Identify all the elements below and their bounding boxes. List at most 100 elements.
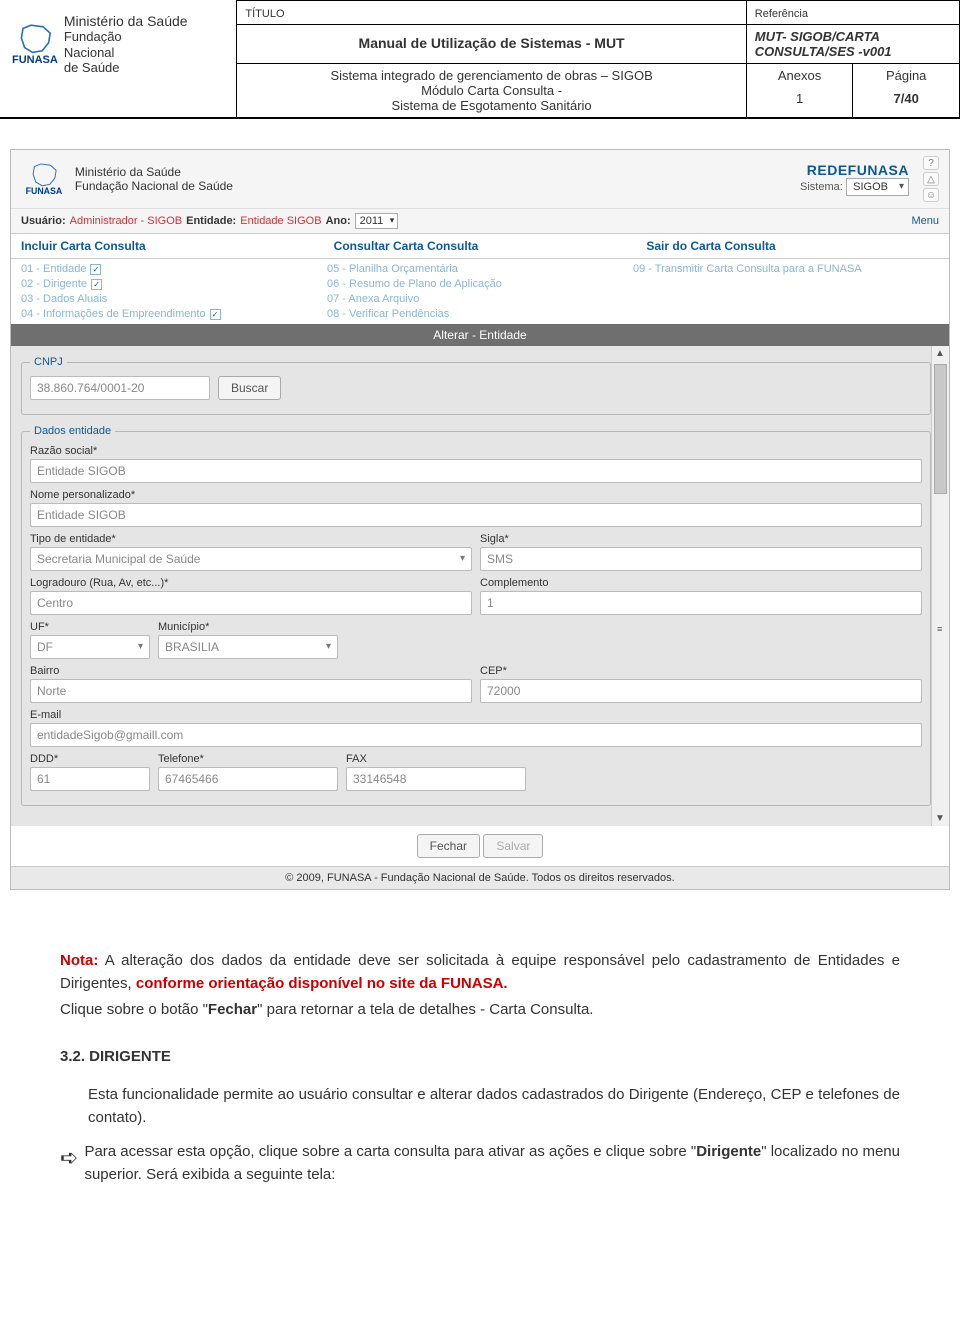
- map-brazil-icon: [27, 161, 61, 187]
- nome-input[interactable]: Entidade SIGOB: [30, 503, 922, 527]
- cep-label: CEP*: [480, 665, 922, 677]
- alert-icon[interactable]: △: [923, 172, 939, 186]
- nav-consultar[interactable]: Consultar Carta Consulta: [324, 234, 637, 258]
- razao-input[interactable]: Entidade SIGOB: [30, 459, 922, 483]
- usuario-value: Administrador - SIGOB: [70, 215, 182, 227]
- pagina-label: Página: [861, 68, 951, 83]
- email-input[interactable]: entidadeSigob@gmaill.com: [30, 723, 922, 747]
- app-brand-fund: Fundação Nacional de Saúde: [75, 179, 233, 193]
- step-08[interactable]: 08 - Verificar Pendências: [327, 308, 633, 320]
- salvar-button[interactable]: Salvar: [483, 834, 543, 858]
- check-icon: ✓: [210, 309, 221, 320]
- ref-line1: MUT- SIGOB/CARTA: [755, 29, 951, 44]
- ano-select[interactable]: 2011: [355, 213, 399, 229]
- step-03[interactable]: 03 - Dados Aluais: [21, 293, 327, 305]
- step-06[interactable]: 06 - Resumo de Plano de Aplicação: [327, 278, 633, 290]
- step-02[interactable]: 02 - Dirigente✓: [21, 278, 327, 290]
- fechar-button[interactable]: Fechar: [417, 834, 480, 858]
- ddd-label: DDD*: [30, 753, 150, 765]
- municipio-label: Município*: [158, 621, 338, 633]
- logo-fund-2: Nacional: [64, 45, 188, 61]
- form-scrollbar[interactable]: ▲ ≡ ▼: [931, 346, 949, 826]
- legend-cnpj: CNPJ: [30, 356, 67, 368]
- tipo-select[interactable]: Secretaria Municipal de Saúde: [30, 547, 472, 571]
- logradouro-input[interactable]: Centro: [30, 591, 472, 615]
- app-brand-min: Ministério da Saúde: [75, 165, 233, 179]
- sistema-label: Sistema:: [800, 181, 843, 193]
- user-bar: Usuário: Administrador - SIGOB Entidade:…: [11, 208, 949, 233]
- scroll-down-icon[interactable]: ▼: [935, 813, 945, 824]
- funasa-label: FUNASA: [12, 54, 58, 66]
- email-label: E-mail: [30, 709, 922, 721]
- menu-link[interactable]: Menu: [911, 215, 939, 227]
- nav-row: Incluir Carta Consulta Consultar Carta C…: [11, 233, 949, 259]
- fieldset-cnpj: CNPJ 38.860.764/0001-20 Buscar: [21, 356, 931, 415]
- paragraph-1: Esta funcionalidade permite ao usuário c…: [88, 1084, 900, 1129]
- uf-label: UF*: [30, 621, 150, 633]
- step-01[interactable]: 01 - Entidade✓: [21, 263, 327, 275]
- form-buttons: Fechar Salvar: [11, 826, 949, 866]
- p2-bold: Dirigente: [696, 1143, 761, 1160]
- sigla-label: Sigla*: [480, 533, 922, 545]
- nota-text-3: " para retornar a tela de detalhes - Car…: [257, 1001, 593, 1018]
- titulo-label: TÍTULO: [245, 8, 284, 20]
- logo-fund-3: de Saúde: [64, 60, 188, 76]
- check-icon: ✓: [91, 279, 102, 290]
- buscar-button[interactable]: Buscar: [218, 376, 281, 400]
- step-grid: 01 - Entidade✓ 05 - Planilha Orçamentári…: [11, 259, 949, 324]
- complemento-input[interactable]: 1: [480, 591, 922, 615]
- tipo-label: Tipo de entidade*: [30, 533, 472, 545]
- nome-label: Nome personalizado*: [30, 489, 922, 501]
- redefunasa-title: REDEFUNASA: [800, 162, 909, 178]
- scroll-tick: ≡: [937, 624, 942, 634]
- scroll-up-icon[interactable]: ▲: [935, 348, 945, 359]
- cnpj-input[interactable]: 38.860.764/0001-20: [30, 376, 210, 400]
- referencia-label: Referência: [755, 8, 808, 20]
- subtitle-1: Sistema integrado de gerenciamento de ob…: [245, 68, 737, 83]
- bairro-label: Bairro: [30, 665, 472, 677]
- nota-text-2: Clique sobre o botão ": [60, 1001, 208, 1018]
- ref-line2: CONSULTA/SES -v001: [755, 44, 951, 59]
- bairro-input[interactable]: Norte: [30, 679, 472, 703]
- help-icon[interactable]: ?: [923, 156, 939, 170]
- usuario-label: Usuário:: [21, 215, 66, 227]
- uf-select[interactable]: DF: [30, 635, 150, 659]
- step-09[interactable]: 09 - Transmitir Carta Consulta para a FU…: [633, 263, 939, 275]
- section-bar: Alterar - Entidade: [11, 324, 949, 346]
- scroll-thumb[interactable]: [934, 364, 947, 494]
- map-brazil-icon: [14, 22, 56, 54]
- fieldset-dados: Dados entidade Razão social* Entidade SI…: [21, 425, 931, 806]
- user-icon[interactable]: ☺: [923, 188, 939, 202]
- complemento-label: Complemento: [480, 577, 922, 589]
- doc-header-table: FUNASA Ministério da Saúde Fundação Naci…: [0, 0, 960, 119]
- app-window: FUNASA Ministério da Saúde Fundação Naci…: [10, 149, 950, 890]
- ano-label: Ano:: [326, 215, 351, 227]
- body-text: Nota: A alteração dos dados da entidade …: [0, 920, 960, 1216]
- telefone-input[interactable]: 67465466: [158, 767, 338, 791]
- logo-cell: FUNASA Ministério da Saúde Fundação Naci…: [0, 1, 237, 119]
- step-07[interactable]: 07 - Anexa Arquivo: [327, 293, 633, 305]
- nav-sair[interactable]: Sair do Carta Consulta: [636, 234, 949, 258]
- razao-label: Razão social*: [30, 445, 922, 457]
- sigla-input[interactable]: SMS: [480, 547, 922, 571]
- cep-input[interactable]: 72000: [480, 679, 922, 703]
- sistema-select[interactable]: SIGOB: [846, 178, 909, 196]
- step-04[interactable]: 04 - Informações de Empreendimento✓: [21, 308, 327, 320]
- step-05[interactable]: 05 - Planilha Orçamentária: [327, 263, 633, 275]
- ddd-input[interactable]: 61: [30, 767, 150, 791]
- manual-title: Manual de Utilização de Sistemas - MUT: [245, 29, 737, 57]
- section-title: Alterar - Entidade: [433, 328, 526, 342]
- subtitle-2: Módulo Carta Consulta -: [245, 83, 737, 98]
- form-area: CNPJ 38.860.764/0001-20 Buscar Dados ent…: [11, 346, 949, 826]
- fechar-bold: Fechar: [208, 1001, 257, 1018]
- nav-incluir[interactable]: Incluir Carta Consulta: [11, 234, 324, 258]
- funasa-logo: FUNASA: [12, 22, 58, 66]
- telefone-label: Telefone*: [158, 753, 338, 765]
- subtitle-3: Sistema de Esgotamento Sanitário: [245, 98, 737, 113]
- logradouro-label: Logradouro (Rua, Av, etc...)*: [30, 577, 472, 589]
- municipio-select[interactable]: BRASILIA: [158, 635, 338, 659]
- nota-label: Nota:: [60, 952, 98, 969]
- pagina-value: 7/40: [861, 91, 951, 106]
- section-number: 3.2. DIRIGENTE: [60, 1046, 900, 1069]
- fax-input[interactable]: 33146548: [346, 767, 526, 791]
